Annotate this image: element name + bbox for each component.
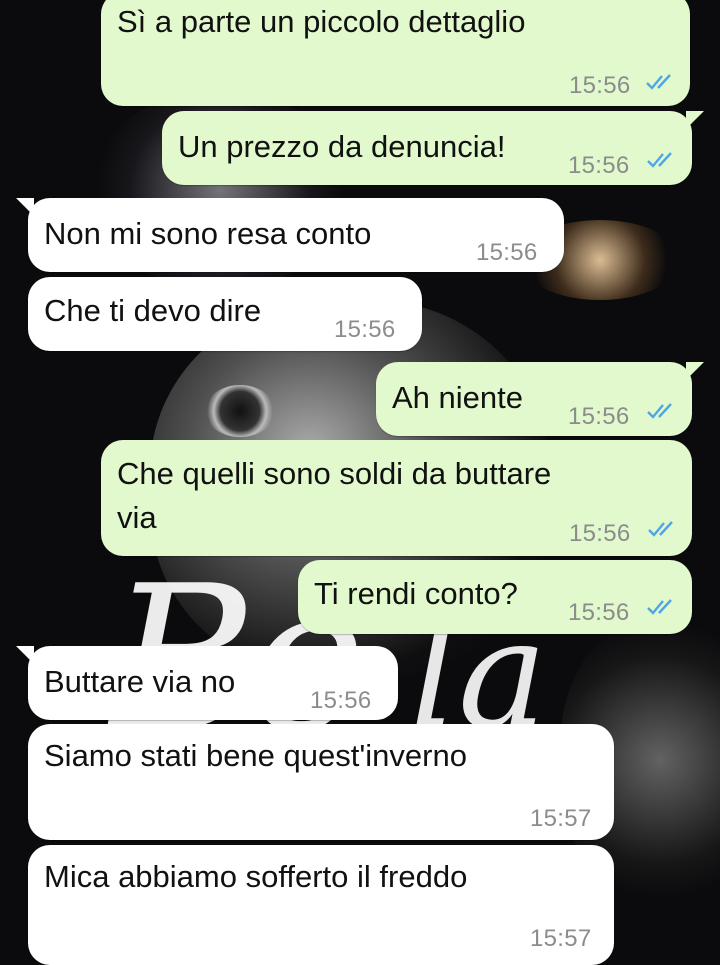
bubble-tail: [686, 362, 704, 380]
read-receipt-icon: [647, 152, 672, 168]
message-timestamp: 15:56: [568, 599, 630, 626]
message-bubble-incoming[interactable]: Non mi sono resa conto 15:56: [16, 198, 564, 272]
read-receipt-icon: [647, 599, 672, 615]
message-bubble-outgoing[interactable]: Ah niente 15:56: [376, 362, 704, 436]
message-bubble-incoming[interactable]: Siamo stati bene quest'inverno 15:57: [28, 724, 614, 840]
message-text-line-2: via: [117, 500, 157, 535]
message-timestamp: 15:56: [569, 72, 631, 99]
message-timestamp: 15:56: [310, 687, 372, 714]
wallpaper-eye: [205, 385, 275, 437]
bubble-tail: [686, 111, 704, 129]
message-text: Non mi sono resa conto: [44, 216, 372, 251]
message-text: Che ti devo dire: [44, 293, 262, 328]
message-timestamp: 15:56: [334, 316, 396, 343]
message-text: Buttare via no: [44, 664, 236, 699]
message-timestamp: 15:57: [530, 805, 592, 832]
read-receipt-icon: [646, 74, 671, 90]
message-bubble-incoming[interactable]: Mica abbiamo sofferto il freddo 15:57: [28, 845, 614, 965]
message-bubble-outgoing[interactable]: Che quelli sono soldi da buttare via 15:…: [101, 440, 692, 556]
message-text: Mica abbiamo sofferto il freddo: [44, 859, 468, 894]
message-bubble-outgoing[interactable]: Un prezzo da denuncia! 15:56: [162, 111, 704, 185]
bubble-tail: [16, 646, 34, 664]
message-bubble-outgoing[interactable]: Ti rendi conto? 15:56: [298, 560, 692, 634]
message-timestamp: 15:57: [530, 925, 592, 952]
read-receipt-icon: [648, 521, 673, 537]
message-timestamp: 15:56: [568, 152, 630, 179]
read-receipt-icon: [647, 403, 672, 419]
message-text: Siamo stati bene quest'inverno: [44, 738, 467, 773]
message-text: Ti rendi conto?: [314, 576, 518, 611]
bubble-tail: [16, 198, 34, 216]
message-timestamp: 15:56: [568, 403, 630, 430]
message-timestamp: 15:56: [476, 239, 538, 266]
message-bubble-incoming[interactable]: Che ti devo dire 15:56: [28, 277, 422, 351]
message-bubble-incoming[interactable]: Buttare via no 15:56: [16, 646, 398, 720]
message-text: Ah niente: [392, 380, 523, 415]
message-text: Un prezzo da denuncia!: [178, 129, 506, 164]
message-text-line-1: Che quelli sono soldi da buttare: [117, 456, 552, 491]
message-text: Sì a parte un piccolo dettaglio: [117, 4, 526, 39]
message-timestamp: 15:56: [569, 520, 631, 547]
message-bubble-outgoing[interactable]: Sì a parte un piccolo dettaglio 15:56: [101, 0, 690, 106]
